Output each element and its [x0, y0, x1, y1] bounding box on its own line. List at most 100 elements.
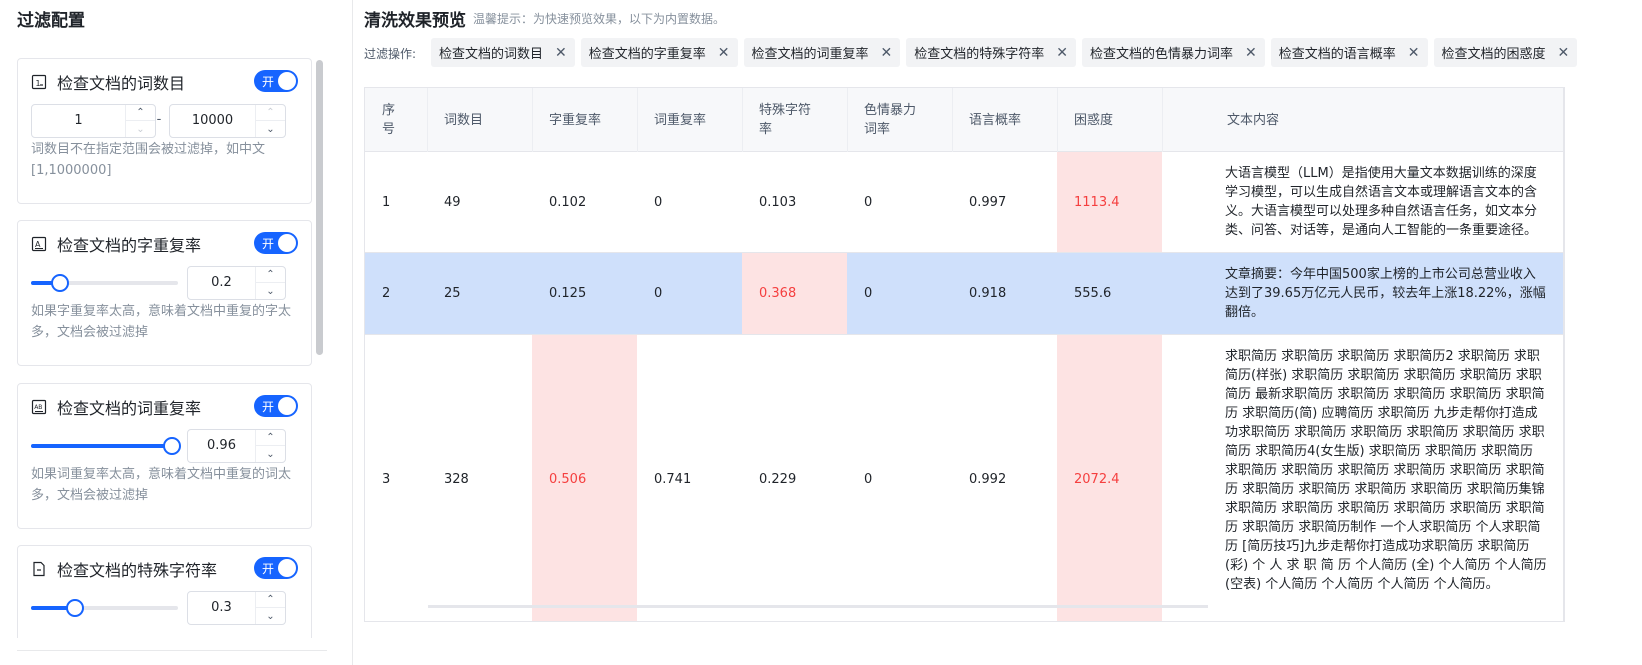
char-repetition-card: A 检查文档的字重复率 开 0.2 ⌃ ⌄ 如果字重复率太高，意味着文档中重复的…: [17, 220, 312, 366]
filter-tag-label: 检查文档的色情暴力词率: [1090, 47, 1234, 62]
word-repetition-stepper: ⌃ ⌄: [255, 430, 285, 462]
column-divider: [1057, 88, 1058, 152]
column-divider: [952, 88, 953, 152]
table-row[interactable]: 3 328 0.506 0.741 0.229 0 0.992 2072.4 求…: [365, 335, 1563, 621]
cell-perplexity-flagged: 2072.4: [1057, 335, 1162, 621]
cell-word-count: 49: [444, 194, 461, 210]
char-repetition-input[interactable]: 0.2 ⌃ ⌄: [187, 266, 286, 300]
cell-word-count: 25: [444, 286, 461, 301]
cell-word-repetition: 0: [654, 286, 663, 301]
special-char-switch[interactable]: 开: [254, 557, 298, 579]
switch-knob: [278, 397, 296, 415]
left-scrollbar-thumb[interactable]: [316, 60, 323, 355]
filter-config-title: 过滤配置: [17, 11, 85, 31]
close-icon[interactable]: ✕: [555, 45, 567, 61]
cell-char-repetition: 0.102: [549, 194, 587, 210]
cell-word-count: 328: [444, 472, 469, 487]
filter-tag: 检查文档的特殊字符率 ✕: [906, 38, 1076, 67]
filter-tag: 检查文档的困惑度 ✕: [1433, 38, 1578, 67]
table-row[interactable]: 1 49 0.102 0 0.103 0 0.997 1113.4 大语言模型（…: [365, 152, 1563, 253]
slider-thumb[interactable]: [163, 437, 181, 455]
word-repetition-switch[interactable]: 开: [254, 395, 298, 417]
switch-label: 开: [262, 562, 275, 576]
svg-text:A: A: [35, 240, 41, 249]
word-repetition-title: 检查文档的词重复率: [57, 399, 202, 418]
slider-thumb[interactable]: [66, 599, 84, 617]
word-count-hint: 词数目不在指定范围会被过滤掉，如中文[1,1000000]: [31, 142, 266, 178]
svg-text:1: 1: [36, 79, 41, 88]
word-count-max-value: 10000: [191, 113, 234, 128]
cell-perplexity: 555.6: [1074, 286, 1112, 301]
column-header-perplexity: 困惑度: [1074, 112, 1114, 128]
column-header-index: 序号: [382, 103, 396, 137]
slider-thumb[interactable]: [51, 274, 69, 292]
decrement-button[interactable]: ⌄: [256, 608, 285, 624]
char-repetition-stepper: ⌃ ⌄: [255, 267, 285, 299]
special-char-card: 检查文档的特殊字符率 开 0.3 ⌃ ⌄: [17, 545, 312, 638]
cell-index: 1: [382, 194, 391, 210]
filter-tag-label: 检查文档的特殊字符率: [914, 47, 1045, 62]
special-char-slider[interactable]: [31, 599, 178, 617]
decrement-button[interactable]: ⌄: [256, 446, 285, 462]
cell-text-content: 大语言模型（LLM）是指使用大量文本数据训练的深度学习模型，可以生成自然语言文本…: [1225, 166, 1538, 238]
filter-tag-label: 检查文档的语言概率: [1278, 47, 1396, 62]
svg-text:AB: AB: [34, 404, 42, 411]
special-char-stepper: ⌃ ⌄: [255, 592, 285, 624]
decrement-button[interactable]: ⌄: [256, 283, 285, 299]
filter-tag: 检查文档的字重复率 ✕: [580, 38, 738, 67]
cell-lang-prob: 0.997: [969, 194, 1007, 210]
table-header: 序号 词数目 字重复率 词重复率 特殊字符率 色情暴力词率 语言概率 困惑度 文…: [365, 88, 1563, 152]
close-icon[interactable]: ✕: [718, 45, 730, 61]
special-char-input[interactable]: 0.3 ⌃ ⌄: [187, 591, 286, 625]
close-icon[interactable]: ✕: [1056, 45, 1068, 61]
column-header-lang-prob: 语言概率: [969, 112, 1022, 128]
increment-button[interactable]: ⌃: [256, 430, 285, 446]
doc-word-icon: AB: [31, 399, 47, 415]
cell-word-repetition: 0.741: [654, 472, 692, 487]
table-row-selected[interactable]: 2 25 0.125 0 0.368 0 0.918 555.6 文章摘要：今年…: [365, 253, 1563, 335]
increment-button[interactable]: ⌃: [126, 105, 155, 121]
char-repetition-switch[interactable]: 开: [254, 232, 298, 254]
char-repetition-slider[interactable]: [31, 274, 178, 292]
increment-button[interactable]: ⌃: [256, 592, 285, 608]
preview-table[interactable]: 序号 词数目 字重复率 词重复率 特殊字符率 色情暴力词率 语言概率 困惑度 文…: [364, 87, 1564, 622]
word-repetition-slider[interactable]: [31, 437, 181, 455]
word-repetition-input[interactable]: 0.96 ⌃ ⌄: [187, 429, 286, 463]
filter-config-list[interactable]: 1 检查文档的词数目 开 1 ⌃ ⌄ - 10000 ⌃ ⌄ 词数目不在指定范围…: [17, 58, 327, 638]
increment-button[interactable]: ⌃: [256, 267, 285, 283]
cell-text-content: 求职简历 求职简历 求职简历 求职简历2 求职简历 求职简历(样张) 求职简历 …: [1225, 349, 1547, 592]
close-icon[interactable]: ✕: [1408, 45, 1420, 61]
decrement-button[interactable]: ⌄: [126, 121, 155, 137]
word-count-switch[interactable]: 开: [254, 70, 298, 92]
word-count-min-input[interactable]: 1 ⌃ ⌄: [31, 104, 156, 138]
close-icon[interactable]: ✕: [881, 45, 893, 61]
char-repetition-value: 0.2: [211, 275, 232, 290]
column-header-word-repetition: 词重复率: [654, 112, 707, 128]
word-count-min-stepper: ⌃ ⌄: [125, 105, 155, 137]
cell-nsfw: 0: [864, 472, 873, 487]
table-horizontal-scrollbar[interactable]: [428, 605, 1208, 608]
close-icon[interactable]: ✕: [1245, 45, 1257, 61]
preview-title: 清洗效果预览: [364, 11, 466, 31]
filter-tag-label: 检查文档的字重复率: [588, 47, 706, 62]
cell-index: 2: [382, 286, 391, 301]
word-count-max-input[interactable]: 10000 ⌃ ⌄: [169, 104, 286, 138]
increment-button[interactable]: ⌃: [256, 105, 285, 121]
cell-special-char: 0.229: [759, 472, 797, 487]
close-icon[interactable]: ✕: [1558, 45, 1570, 61]
table-vertical-scrollbar[interactable]: [1563, 87, 1565, 622]
column-divider: [637, 88, 638, 152]
cell-lang-prob: 0.918: [969, 286, 1007, 301]
word-count-card-header: 1 检查文档的词数目: [31, 71, 185, 93]
filter-tag-label: 检查文档的词数目: [439, 47, 544, 62]
filter-tag-label: 检查文档的困惑度: [1441, 47, 1546, 62]
cell-char-repetition: 0.125: [549, 286, 587, 301]
filter-tag-label: 检查文档的词重复率: [751, 47, 869, 62]
switch-knob: [278, 559, 296, 577]
column-header-nsfw: 色情暴力词率: [864, 103, 917, 137]
filter-tag: 检查文档的色情暴力词率 ✕: [1082, 38, 1265, 67]
filter-tag: 检查文档的语言概率 ✕: [1270, 38, 1428, 67]
column-divider: [847, 88, 848, 152]
decrement-button[interactable]: ⌄: [256, 121, 285, 137]
cell-nsfw: 0: [864, 286, 873, 301]
